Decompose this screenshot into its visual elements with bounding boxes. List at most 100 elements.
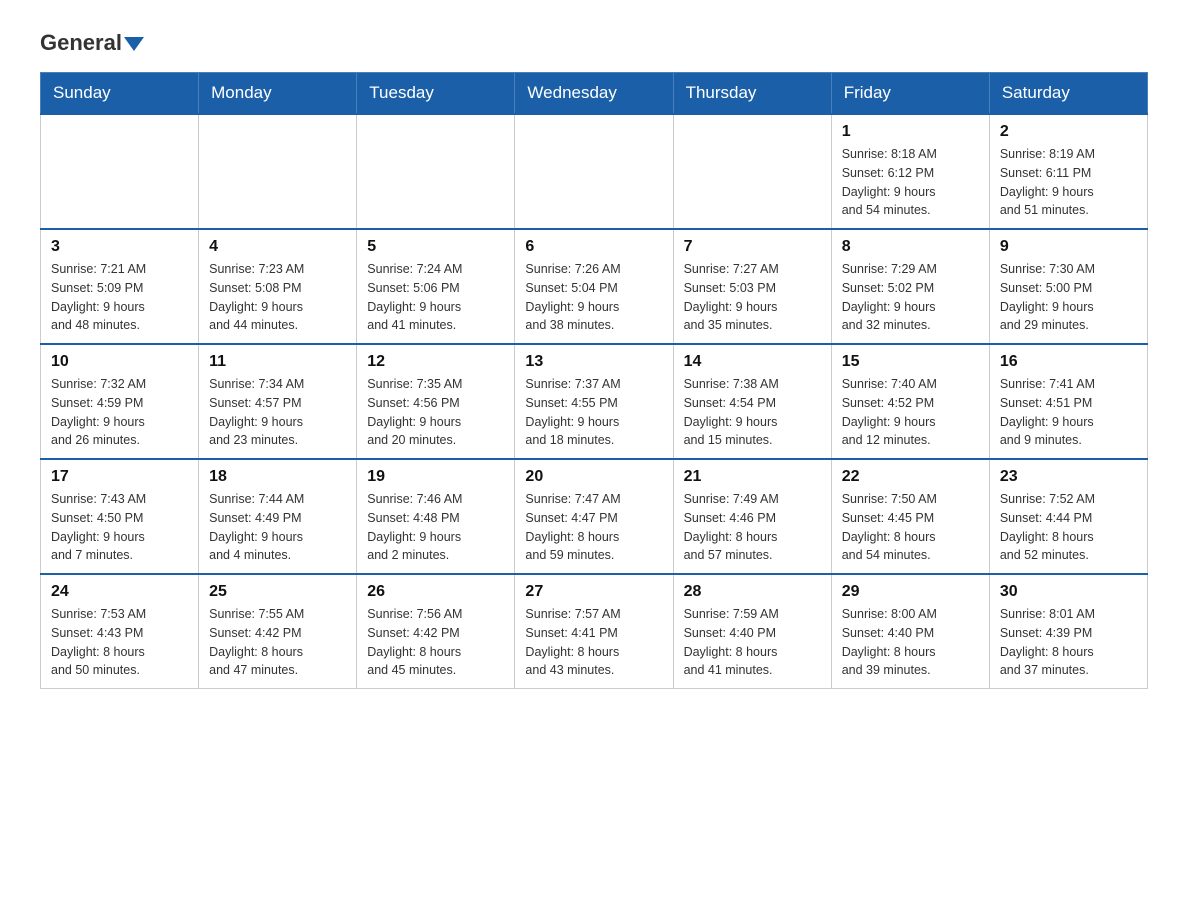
calendar-cell: 29 Sunrise: 8:00 AM Sunset: 4:40 PM Dayli… (831, 574, 989, 689)
day-number: 10 (51, 353, 188, 371)
calendar-cell: 26 Sunrise: 7:56 AM Sunset: 4:42 PM Dayli… (357, 574, 515, 689)
day-number: 16 (1000, 353, 1137, 371)
day-info: Sunrise: 8:00 AM Sunset: 4:40 PM Dayligh… (842, 605, 979, 680)
day-number: 21 (684, 468, 821, 486)
day-number: 14 (684, 353, 821, 371)
day-number: 8 (842, 238, 979, 256)
weekday-header-monday: Monday (199, 73, 357, 115)
day-info: Sunrise: 7:56 AM Sunset: 4:42 PM Dayligh… (367, 605, 504, 680)
calendar-cell: 27 Sunrise: 7:57 AM Sunset: 4:41 PM Dayli… (515, 574, 673, 689)
calendar-cell: 14 Sunrise: 7:38 AM Sunset: 4:54 PM Dayli… (673, 344, 831, 459)
day-info: Sunrise: 7:37 AM Sunset: 4:55 PM Dayligh… (525, 375, 662, 450)
day-info: Sunrise: 7:49 AM Sunset: 4:46 PM Dayligh… (684, 490, 821, 565)
day-info: Sunrise: 7:43 AM Sunset: 4:50 PM Dayligh… (51, 490, 188, 565)
calendar-cell: 4 Sunrise: 7:23 AM Sunset: 5:08 PM Daylig… (199, 229, 357, 344)
logo-part1: General (40, 30, 144, 56)
calendar-cell (357, 114, 515, 229)
day-number: 27 (525, 583, 662, 601)
calendar-cell (199, 114, 357, 229)
day-number: 7 (684, 238, 821, 256)
header: General (40, 30, 1148, 52)
calendar-cell: 8Sunrise: 7:29 AM Sunset: 5:02 PM Daylig… (831, 229, 989, 344)
calendar-cell: 5Sunrise: 7:24 AM Sunset: 5:06 PM Daylig… (357, 229, 515, 344)
day-number: 25 (209, 583, 346, 601)
day-number: 28 (684, 583, 821, 601)
weekday-header-sunday: Sunday (41, 73, 199, 115)
weekday-header-tuesday: Tuesday (357, 73, 515, 115)
day-number: 26 (367, 583, 504, 601)
calendar-table: SundayMondayTuesdayWednesdayThursdayFrid… (40, 72, 1148, 689)
day-info: Sunrise: 7:35 AM Sunset: 4:56 PM Dayligh… (367, 375, 504, 450)
day-number: 9 (1000, 238, 1137, 256)
day-info: Sunrise: 7:57 AM Sunset: 4:41 PM Dayligh… (525, 605, 662, 680)
calendar-cell: 20 Sunrise: 7:47 AM Sunset: 4:47 PM Dayli… (515, 459, 673, 574)
day-number: 30 (1000, 583, 1137, 601)
calendar-cell (41, 114, 199, 229)
calendar-week-1: 1 Sunrise: 8:18 AM Sunset: 6:12 PM Daylig… (41, 114, 1148, 229)
day-number: 29 (842, 583, 979, 601)
day-info: Sunrise: 7:50 AM Sunset: 4:45 PM Dayligh… (842, 490, 979, 565)
day-info: Sunrise: 8:18 AM Sunset: 6:12 PM Dayligh… (842, 145, 979, 220)
day-info: Sunrise: 8:19 AM Sunset: 6:11 PM Dayligh… (1000, 145, 1137, 220)
calendar-cell: 2 Sunrise: 8:19 AM Sunset: 6:11 PM Daylig… (989, 114, 1147, 229)
weekday-header-saturday: Saturday (989, 73, 1147, 115)
day-number: 6 (525, 238, 662, 256)
day-info: Sunrise: 7:59 AM Sunset: 4:40 PM Dayligh… (684, 605, 821, 680)
day-info: Sunrise: 8:01 AM Sunset: 4:39 PM Dayligh… (1000, 605, 1137, 680)
day-info: Sunrise: 7:53 AM Sunset: 4:43 PM Dayligh… (51, 605, 188, 680)
calendar-cell: 30 Sunrise: 8:01 AM Sunset: 4:39 PM Dayli… (989, 574, 1147, 689)
day-info: Sunrise: 7:21 AM Sunset: 5:09 PM Dayligh… (51, 260, 188, 335)
calendar-cell (673, 114, 831, 229)
day-info: Sunrise: 7:30 AM Sunset: 5:00 PM Dayligh… (1000, 260, 1137, 335)
calendar-cell: 13 Sunrise: 7:37 AM Sunset: 4:55 PM Dayli… (515, 344, 673, 459)
day-info: Sunrise: 7:23 AM Sunset: 5:08 PM Dayligh… (209, 260, 346, 335)
calendar-cell: 3 Sunrise: 7:21 AM Sunset: 5:09 PM Daylig… (41, 229, 199, 344)
day-number: 2 (1000, 123, 1137, 141)
weekday-header-thursday: Thursday (673, 73, 831, 115)
day-info: Sunrise: 7:41 AM Sunset: 4:51 PM Dayligh… (1000, 375, 1137, 450)
day-info: Sunrise: 7:47 AM Sunset: 4:47 PM Dayligh… (525, 490, 662, 565)
day-info: Sunrise: 7:46 AM Sunset: 4:48 PM Dayligh… (367, 490, 504, 565)
calendar-cell: 16 Sunrise: 7:41 AM Sunset: 4:51 PM Dayli… (989, 344, 1147, 459)
calendar-cell: 12 Sunrise: 7:35 AM Sunset: 4:56 PM Dayli… (357, 344, 515, 459)
calendar-week-5: 24 Sunrise: 7:53 AM Sunset: 4:43 PM Dayli… (41, 574, 1148, 689)
weekday-header-wednesday: Wednesday (515, 73, 673, 115)
calendar-cell: 17Sunrise: 7:43 AM Sunset: 4:50 PM Dayli… (41, 459, 199, 574)
calendar-cell: 10 Sunrise: 7:32 AM Sunset: 4:59 PM Dayli… (41, 344, 199, 459)
calendar-cell: 22 Sunrise: 7:50 AM Sunset: 4:45 PM Dayli… (831, 459, 989, 574)
calendar-cell: 11Sunrise: 7:34 AM Sunset: 4:57 PM Dayli… (199, 344, 357, 459)
calendar-week-3: 10 Sunrise: 7:32 AM Sunset: 4:59 PM Dayli… (41, 344, 1148, 459)
calendar-cell: 23Sunrise: 7:52 AM Sunset: 4:44 PM Dayli… (989, 459, 1147, 574)
weekday-header-row: SundayMondayTuesdayWednesdayThursdayFrid… (41, 73, 1148, 115)
day-info: Sunrise: 7:38 AM Sunset: 4:54 PM Dayligh… (684, 375, 821, 450)
logo-triangle-icon (124, 37, 144, 51)
day-number: 22 (842, 468, 979, 486)
day-info: Sunrise: 7:34 AM Sunset: 4:57 PM Dayligh… (209, 375, 346, 450)
day-number: 12 (367, 353, 504, 371)
day-info: Sunrise: 7:32 AM Sunset: 4:59 PM Dayligh… (51, 375, 188, 450)
calendar-cell: 25Sunrise: 7:55 AM Sunset: 4:42 PM Dayli… (199, 574, 357, 689)
day-info: Sunrise: 7:44 AM Sunset: 4:49 PM Dayligh… (209, 490, 346, 565)
day-info: Sunrise: 7:52 AM Sunset: 4:44 PM Dayligh… (1000, 490, 1137, 565)
calendar-week-2: 3 Sunrise: 7:21 AM Sunset: 5:09 PM Daylig… (41, 229, 1148, 344)
calendar-cell: 28 Sunrise: 7:59 AM Sunset: 4:40 PM Dayli… (673, 574, 831, 689)
day-number: 19 (367, 468, 504, 486)
calendar-cell: 1 Sunrise: 8:18 AM Sunset: 6:12 PM Daylig… (831, 114, 989, 229)
day-number: 4 (209, 238, 346, 256)
day-number: 1 (842, 123, 979, 141)
calendar-cell: 6Sunrise: 7:26 AM Sunset: 5:04 PM Daylig… (515, 229, 673, 344)
day-number: 20 (525, 468, 662, 486)
calendar-cell: 24 Sunrise: 7:53 AM Sunset: 4:43 PM Dayli… (41, 574, 199, 689)
calendar-cell: 21 Sunrise: 7:49 AM Sunset: 4:46 PM Dayli… (673, 459, 831, 574)
calendar-week-4: 17Sunrise: 7:43 AM Sunset: 4:50 PM Dayli… (41, 459, 1148, 574)
day-number: 24 (51, 583, 188, 601)
day-number: 18 (209, 468, 346, 486)
day-number: 5 (367, 238, 504, 256)
calendar-cell: 7Sunrise: 7:27 AM Sunset: 5:03 PM Daylig… (673, 229, 831, 344)
calendar-cell: 15Sunrise: 7:40 AM Sunset: 4:52 PM Dayli… (831, 344, 989, 459)
day-number: 3 (51, 238, 188, 256)
calendar-cell: 18 Sunrise: 7:44 AM Sunset: 4:49 PM Dayli… (199, 459, 357, 574)
calendar-cell: 19 Sunrise: 7:46 AM Sunset: 4:48 PM Dayli… (357, 459, 515, 574)
day-number: 13 (525, 353, 662, 371)
weekday-header-friday: Friday (831, 73, 989, 115)
